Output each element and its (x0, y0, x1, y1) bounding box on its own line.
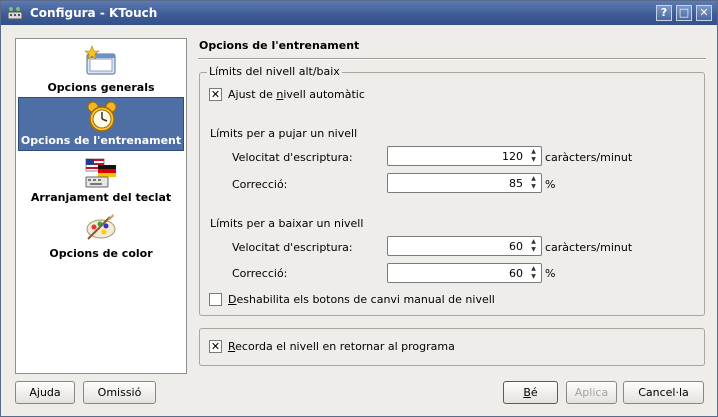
keyboard-flags-icon (85, 158, 116, 188)
auto-level-checkbox[interactable]: ✕ (209, 88, 222, 101)
settings-sidebar: Opcions generals Opcions de l'entrenamen… (15, 38, 187, 374)
ktouch-app-icon (7, 7, 23, 20)
apply-button[interactable]: Aplica (566, 381, 617, 404)
remember-level-label[interactable]: Recorda el nivell en retornar al program… (228, 340, 455, 353)
spin-down-icon[interactable]: ▼ (527, 246, 540, 254)
sidebar-item-label: Opcions de l'entrenament (20, 134, 182, 147)
raise-speed-value: 120 (502, 150, 523, 163)
lower-speed-unit: caràcters/minut (545, 241, 633, 254)
raise-correct-unit: % (545, 178, 556, 191)
lower-correct-value: 60 (509, 267, 523, 280)
page-title: Opcions de l'entrenament (199, 39, 360, 52)
ok-button[interactable]: Bé (503, 381, 558, 404)
lower-correct-spinbox[interactable]: 60 ▲ ▼ (387, 263, 542, 283)
sidebar-item-label: Arranjament del teclat (30, 191, 172, 204)
raise-speed-unit: caràcters/minut (545, 151, 633, 164)
sidebar-item-label: Opcions de color (49, 247, 153, 260)
raise-speed-label: Velocitat d'escriptura: (232, 151, 353, 164)
lower-speed-spinbox[interactable]: 60 ▲ ▼ (387, 236, 542, 256)
settings-dialog: Configura - KTouch ? □ ✕ Opcions general… (0, 0, 718, 417)
sidebar-item-color[interactable]: Opcions de color (18, 209, 184, 263)
alarm-clock-icon (87, 101, 117, 132)
sidebar-item-training[interactable]: Opcions de l'entrenament (18, 97, 184, 151)
defaults-button[interactable]: Omissió (83, 381, 156, 404)
disable-manual-label[interactable]: Deshabilita els botons de canvi manual d… (228, 293, 495, 306)
spin-down-icon[interactable]: ▼ (527, 273, 540, 281)
lower-speed-value: 60 (509, 240, 523, 253)
color-palette-icon (86, 214, 116, 240)
title-bar[interactable]: Configura - KTouch ? □ ✕ (1, 1, 717, 25)
spin-up-icon[interactable]: ▲ (527, 238, 540, 246)
cancel-button[interactable]: Cancel·la (623, 381, 704, 404)
sidebar-item-label: Opcions generals (47, 81, 155, 94)
remember-level-checkbox[interactable]: ✕ (209, 340, 222, 353)
level-limits-group-title: Límits del nivell alt/baix (207, 65, 342, 78)
maximize-button[interactable]: □ (676, 5, 692, 21)
general-options-icon (84, 45, 116, 75)
close-button[interactable]: ✕ (696, 5, 712, 21)
spin-down-icon[interactable]: ▼ (527, 183, 540, 191)
raise-correct-value: 85 (509, 177, 523, 190)
sidebar-item-general[interactable]: Opcions generals (18, 43, 184, 97)
spin-arrows[interactable]: ▲ ▼ (527, 265, 540, 281)
spin-up-icon[interactable]: ▲ (527, 175, 540, 183)
spin-arrows[interactable]: ▲ ▼ (527, 238, 540, 254)
spin-down-icon[interactable]: ▼ (527, 156, 540, 164)
auto-level-label[interactable]: Ajust de nivell automàtic (228, 88, 365, 101)
help-title-button[interactable]: ? (656, 5, 672, 21)
lower-speed-label: Velocitat d'escriptura: (232, 241, 353, 254)
spin-arrows[interactable]: ▲ ▼ (527, 148, 540, 164)
help-button[interactable]: Ajuda (15, 381, 75, 404)
window-title: Configura - KTouch (30, 6, 158, 20)
raise-level-heading: Límits per a pujar un nivell (210, 127, 358, 140)
raise-correct-label: Correcció: (232, 178, 288, 191)
spin-up-icon[interactable]: ▲ (527, 148, 540, 156)
spin-up-icon[interactable]: ▲ (527, 265, 540, 273)
lower-correct-unit: % (545, 267, 556, 280)
raise-speed-spinbox[interactable]: 120 ▲ ▼ (387, 146, 542, 166)
disable-manual-checkbox[interactable] (209, 293, 222, 306)
lower-correct-label: Correcció: (232, 267, 288, 280)
title-divider (198, 58, 706, 60)
sidebar-item-keyboard[interactable]: Arranjament del teclat (18, 153, 184, 207)
lower-level-heading: Límits per a baixar un nivell (210, 217, 364, 230)
raise-correct-spinbox[interactable]: 85 ▲ ▼ (387, 173, 542, 193)
spin-arrows[interactable]: ▲ ▼ (527, 175, 540, 191)
